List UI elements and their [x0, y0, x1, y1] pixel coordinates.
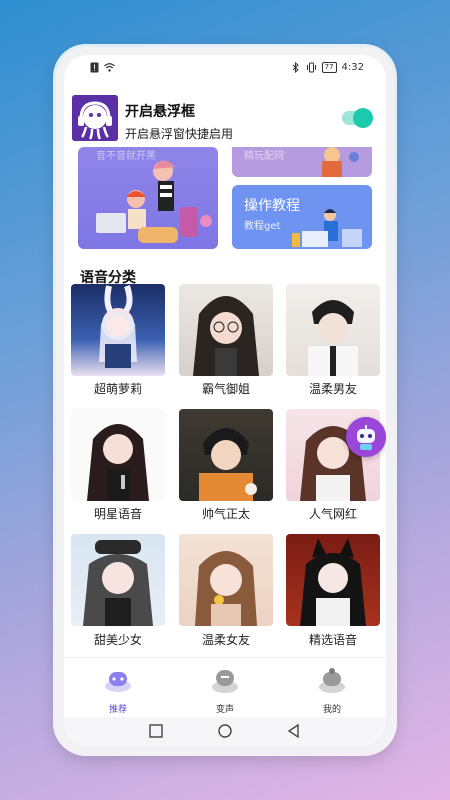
promo-banner-right-top[interactable]: 精玩配网: [232, 147, 372, 177]
tab-voice-changer[interactable]: 变声: [195, 664, 255, 715]
wifi-icon: [104, 63, 115, 72]
tab-profile[interactable]: 我的: [302, 664, 362, 715]
tutorial-banner[interactable]: 操作教程 教程get: [232, 185, 372, 249]
voice-card-celebrity[interactable]: [71, 409, 165, 501]
phone-frame: 77 4:32 开启悬浮框 开启悬浮窗快捷启用 音不音就开黑 精玩配网 操作教程…: [56, 47, 394, 753]
handsome-boy-portrait: [199, 428, 257, 501]
girl-microphone-portrait: [87, 424, 149, 501]
recent-apps-icon[interactable]: [148, 723, 164, 739]
voice-card-domineering-lady[interactable]: [179, 284, 273, 376]
sim-alert-icon: [90, 62, 99, 73]
voice-card-label: 温柔男友: [308, 382, 357, 396]
promo-banner-left[interactable]: 音不音就开黑: [78, 147, 218, 249]
voice-changer-icon: [212, 670, 238, 693]
tab-label: 我的: [322, 705, 341, 715]
recommend-icon: [105, 672, 131, 692]
tab-recommend[interactable]: 推荐: [88, 664, 148, 715]
voice-card-label: 霸气御姐: [201, 382, 250, 396]
voice-card-label: 人气网红: [308, 507, 357, 521]
voice-card-label: 超萌萝莉: [93, 382, 142, 396]
voice-card-label: 明星语音: [93, 507, 142, 521]
sweet-girl-portrait: [83, 540, 153, 626]
status-bar: 77 4:32: [64, 55, 386, 81]
home-icon[interactable]: [217, 723, 233, 739]
vibrate-icon: [306, 62, 316, 73]
battery-level: 77: [321, 62, 337, 73]
toggle-knob: [353, 108, 373, 128]
floating-window-subtitle: 开启悬浮窗快捷启用: [125, 127, 234, 141]
boy-portrait: [308, 300, 358, 376]
cat-ear-girl-portrait: [300, 538, 366, 626]
gentle-girl-portrait: [195, 551, 257, 626]
bluetooth-icon: [292, 62, 299, 73]
voice-card-cute-loli[interactable]: [71, 284, 165, 376]
system-navigation-bar: [64, 717, 386, 745]
voice-card-sweet-girl[interactable]: [71, 534, 165, 626]
anime-girl-portrait: [99, 285, 137, 368]
voice-card-label: 帅气正太: [201, 507, 250, 521]
girl-glasses-portrait: [193, 296, 259, 376]
app-screen: 77 4:32 开启悬浮框 开启悬浮窗快捷启用 音不音就开黑 精玩配网 操作教程…: [64, 55, 386, 745]
voice-card-handsome-boy[interactable]: [179, 409, 273, 501]
voice-card-gentle-girlfriend[interactable]: [179, 534, 273, 626]
floating-window-toggle[interactable]: [342, 108, 373, 128]
bottom-tab-bar: 推荐 变声 我的: [64, 657, 386, 718]
voice-card-label: 甜美少女: [93, 633, 142, 647]
profile-icon: [319, 668, 345, 693]
promo-banner-right-text: 精玩配网: [244, 151, 284, 162]
tab-label: 变声: [215, 705, 234, 715]
floating-window-title: 开启悬浮框: [125, 104, 195, 120]
voice-card-label: 温柔女友: [201, 633, 250, 647]
app-logo: [72, 95, 118, 141]
voice-card-label: 精选语音: [308, 633, 357, 647]
headphone-monster-icon: [72, 95, 118, 141]
robot-icon: [346, 417, 386, 457]
people-illustration: [96, 160, 212, 243]
promo-banner-left-text: 音不音就开黑: [96, 151, 156, 162]
clock: 4:32: [341, 62, 364, 73]
floating-window-banner[interactable]: 开启悬浮框 开启悬浮窗快捷启用: [64, 87, 386, 145]
voice-card-featured[interactable]: [286, 534, 380, 626]
voice-card-gentle-boyfriend[interactable]: [286, 284, 380, 376]
tutorial-illustration: [292, 209, 362, 247]
floating-robot-button[interactable]: [346, 417, 386, 457]
tab-label: 推荐: [108, 705, 127, 715]
back-icon[interactable]: [286, 723, 302, 739]
